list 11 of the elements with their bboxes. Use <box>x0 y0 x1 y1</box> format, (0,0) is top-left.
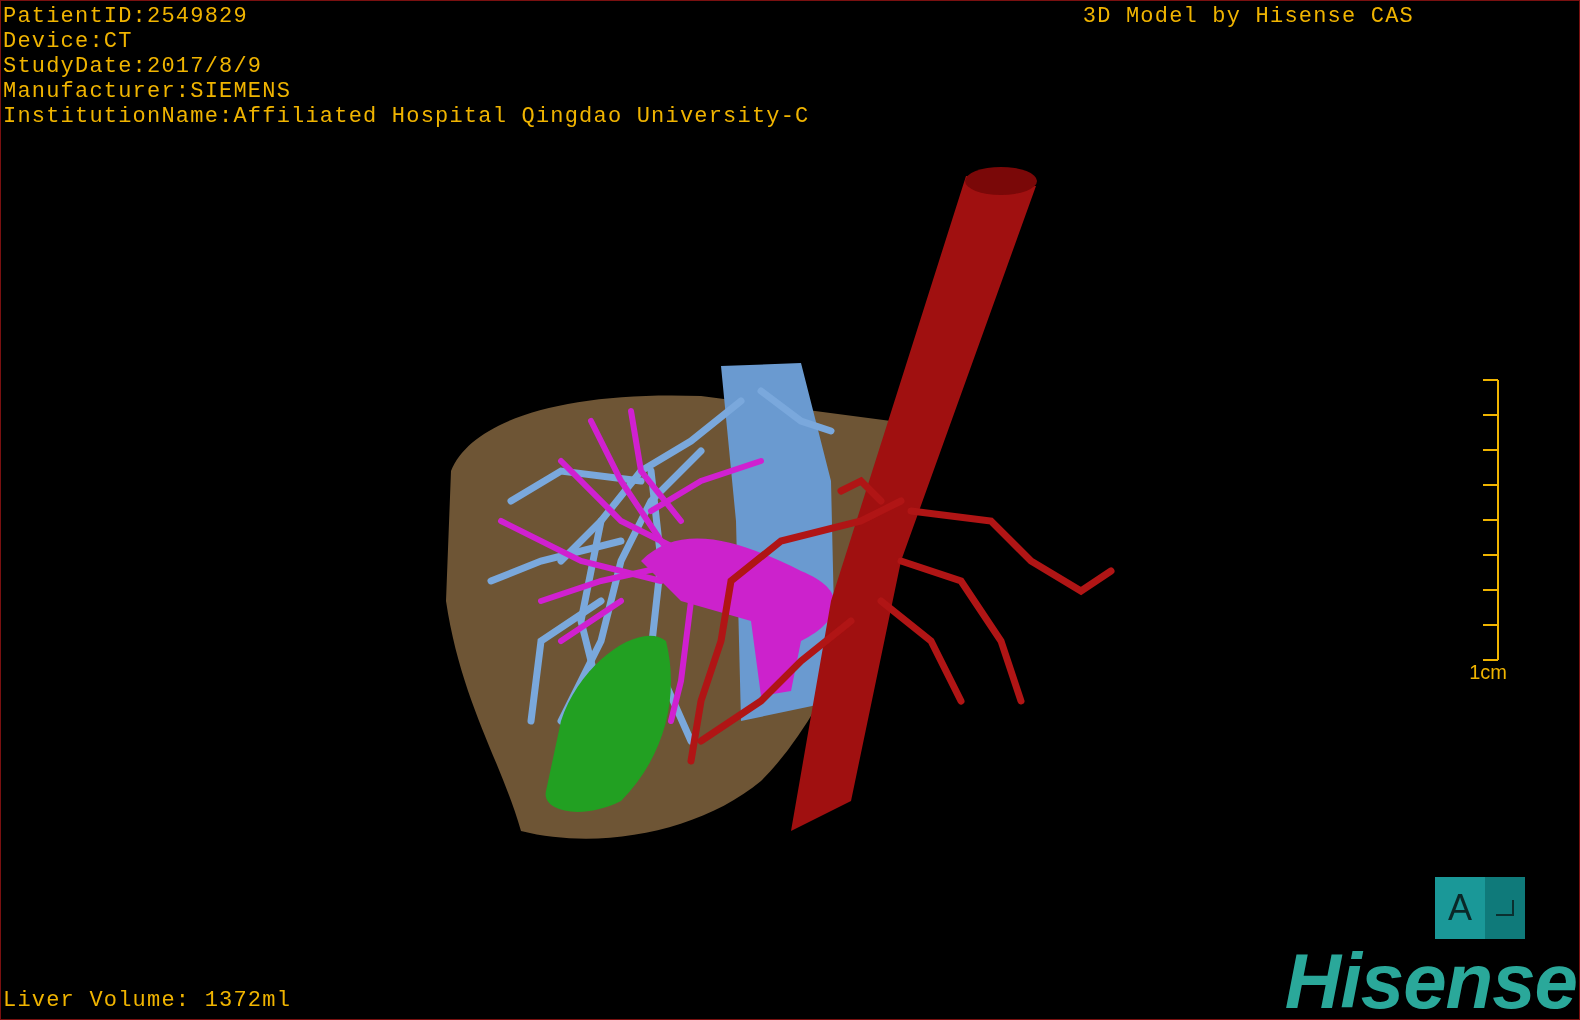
patient-info-text: StudyDate:2017/8/9 <box>3 54 264 79</box>
liver-volume-text: Liver Volume: 1372ml <box>3 988 292 1013</box>
scale-bar-icon <box>1481 379 1499 661</box>
model-title: 3D Model by Hisense CAS <box>1082 4 1414 31</box>
patient-info-text: Manufacturer:SIEMENS <box>3 79 293 104</box>
scale-label: 1cm <box>1469 661 1507 683</box>
patient-info-text: Device:CT <box>3 29 134 54</box>
patient-info-text: PatientID:2549829 <box>3 4 249 29</box>
corner-icon <box>1496 900 1514 916</box>
patient-info-text: InstitutionName:Affiliated Hospital Qingdao University-C <box>3 104 810 129</box>
brand-logo: Hisense <box>1284 949 1577 1013</box>
